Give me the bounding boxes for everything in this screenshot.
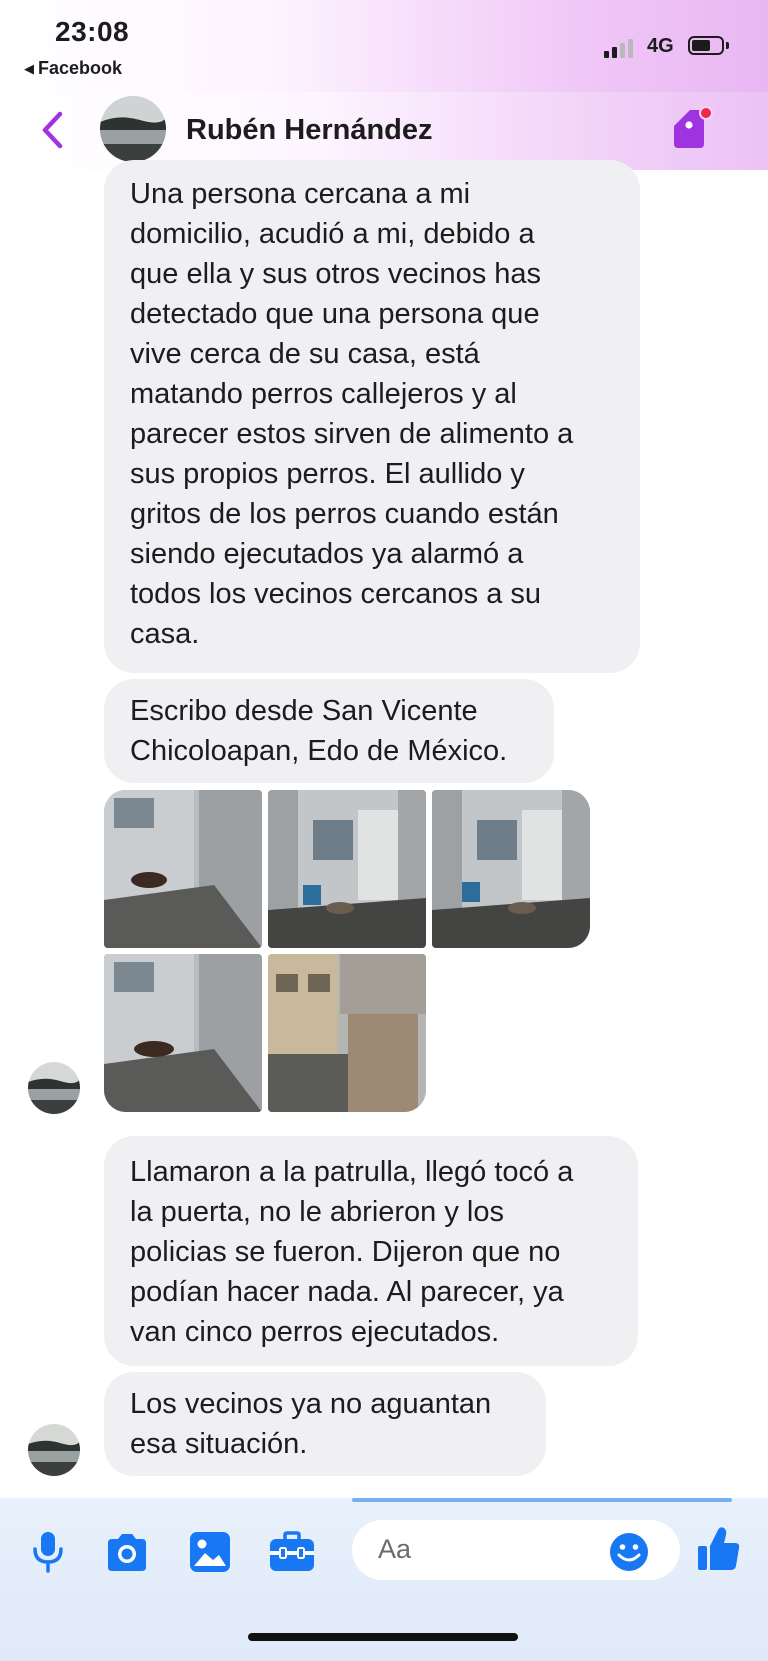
gallery-icon[interactable] bbox=[188, 1530, 232, 1574]
message-line: que ella y sus otros vecinos has bbox=[130, 258, 542, 290]
contact-avatar[interactable] bbox=[100, 96, 166, 162]
status-bar: 23:08 ◀ Facebook 4G bbox=[0, 0, 768, 92]
shared-photo[interactable] bbox=[104, 954, 262, 1112]
message-line: esa situación. bbox=[130, 1428, 308, 1460]
message-line: Chicoloapan, Edo de México. bbox=[130, 735, 508, 767]
sender-avatar[interactable] bbox=[28, 1062, 80, 1114]
home-indicator bbox=[248, 1633, 518, 1641]
message-line: Una persona cercana a mi bbox=[130, 178, 471, 210]
signal-icon bbox=[604, 39, 633, 58]
message-line: domicilio, acudió a mi, debido a bbox=[130, 218, 535, 250]
message-line: matando perros callejeros y al bbox=[130, 378, 517, 410]
microphone-icon[interactable] bbox=[30, 1530, 66, 1574]
emoji-icon[interactable] bbox=[608, 1531, 650, 1573]
contact-name[interactable]: Rubén Hernández bbox=[186, 114, 433, 147]
battery-icon bbox=[688, 36, 724, 55]
message-line: policias se fueron. Dijeron que no bbox=[130, 1236, 561, 1268]
message-line: siendo ejecutados ya alarmó a bbox=[130, 538, 524, 570]
message-bubble[interactable]: Los vecinos ya no aguantan esa situación… bbox=[104, 1372, 546, 1476]
shared-photo[interactable] bbox=[268, 790, 426, 948]
back-to-app-link[interactable]: ◀ Facebook bbox=[24, 58, 122, 79]
shared-photo[interactable] bbox=[104, 790, 262, 948]
message-line: casa. bbox=[130, 618, 200, 650]
message-bubble[interactable]: Una persona cercana a mi domicilio, acud… bbox=[104, 160, 640, 673]
message-line: todos los vecinos cercanos a su bbox=[130, 578, 542, 610]
message-input-placeholder: Aa bbox=[378, 1534, 412, 1564]
message-line: detectado que una persona que bbox=[130, 298, 540, 330]
back-triangle-icon: ◀ bbox=[24, 60, 34, 76]
network-type: 4G bbox=[647, 35, 674, 57]
sender-avatar[interactable] bbox=[28, 1424, 80, 1476]
shared-photo[interactable] bbox=[268, 954, 426, 1112]
message-line: podían hacer nada. Al parecer, ya bbox=[130, 1276, 564, 1308]
message-line: la puerta, no le abrieron y los bbox=[130, 1196, 504, 1228]
status-time: 23:08 bbox=[55, 16, 130, 47]
composer-highlight bbox=[352, 1498, 732, 1502]
message-bubble[interactable]: Escribo desde San Vicente Chicoloapan, E… bbox=[104, 679, 554, 783]
message-line: Llamaron a la patrulla, llegó tocó a bbox=[130, 1156, 574, 1188]
battery-cap bbox=[726, 42, 729, 49]
back-chevron-icon[interactable] bbox=[38, 110, 68, 150]
message-line: parecer estos sirven de alimento a bbox=[130, 418, 574, 450]
tag-icon[interactable] bbox=[670, 104, 716, 152]
message-line: vive cerca de su casa, está bbox=[130, 338, 480, 370]
message-line: sus propios perros. El aullido y bbox=[130, 458, 525, 490]
message-line: Los vecinos ya no aguantan bbox=[130, 1388, 492, 1420]
thumbs-up-icon[interactable] bbox=[696, 1524, 742, 1574]
toolbox-icon[interactable] bbox=[268, 1531, 316, 1573]
shared-photo[interactable] bbox=[432, 790, 590, 948]
camera-icon[interactable] bbox=[104, 1533, 150, 1573]
message-bubble[interactable]: Llamaron a la patrulla, llegó tocó a la … bbox=[104, 1136, 638, 1366]
back-to-app-label: Facebook bbox=[38, 58, 123, 78]
message-line: gritos de los perros cuando están bbox=[130, 498, 559, 530]
message-line: van cinco perros ejecutados. bbox=[130, 1316, 500, 1348]
message-line: Escribo desde San Vicente bbox=[130, 695, 478, 727]
